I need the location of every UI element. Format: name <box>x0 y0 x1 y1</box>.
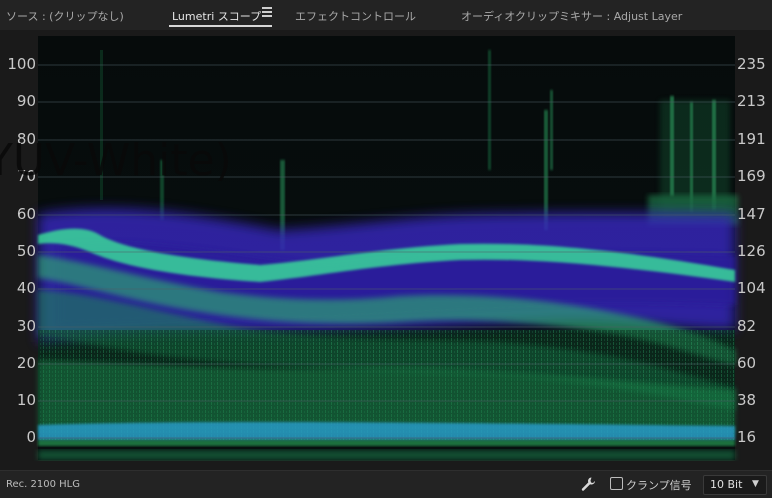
right-axis-label: 213 <box>737 92 766 110</box>
wrench-icon[interactable] <box>580 476 596 492</box>
panel-tab-bar: ソース : (クリップなし) Lumetri スコープ エフェクトコントロール … <box>0 0 772 31</box>
tab-source[interactable]: ソース : (クリップなし) <box>6 8 124 24</box>
right-axis-label: 60 <box>737 354 757 372</box>
scope-footer: Rec. 2100 HLG クランプ信号 10 Bit ▼ <box>0 470 772 498</box>
left-axis-label: 100 <box>7 55 36 73</box>
right-axis-label: 191 <box>737 130 766 148</box>
chevron-down-icon: ▼ <box>752 479 759 489</box>
right-axis-label: 147 <box>737 205 766 223</box>
bit-depth-value: 10 Bit <box>710 478 743 491</box>
tab-lumetri-scopes[interactable]: Lumetri スコープ <box>172 8 261 24</box>
waveform-scope: 100 90 80 70 60 50 40 30 20 10 0 235 213… <box>0 30 772 470</box>
active-tab-indicator <box>169 25 272 27</box>
waveform-display <box>38 36 738 460</box>
left-axis-label: 80 <box>16 130 36 148</box>
left-axis-label: 20 <box>16 354 36 372</box>
left-axis-label: 10 <box>16 391 36 409</box>
tab-audio-clip-mixer[interactable]: オーディオクリップミキサー : Adjust Layer <box>461 8 682 24</box>
right-axis-label: 104 <box>737 279 766 297</box>
panel-menu-icon[interactable] <box>262 7 272 19</box>
right-axis-label: 235 <box>737 55 766 73</box>
right-axis-label: 38 <box>737 391 757 409</box>
left-axis-label: 40 <box>16 279 36 297</box>
left-axis-label: 30 <box>16 317 36 335</box>
right-axis-label: 126 <box>737 242 766 260</box>
right-axis-label: 82 <box>737 317 757 335</box>
left-axis-label: 70 <box>16 167 36 185</box>
color-space-label: Rec. 2100 HLG <box>6 479 80 490</box>
clamp-signal-checkbox[interactable] <box>610 477 623 490</box>
left-axis-label: 90 <box>16 92 36 110</box>
left-axis-label: 0 <box>26 428 36 446</box>
bit-depth-select[interactable]: 10 Bit ▼ <box>703 475 767 495</box>
clamp-signal-label: クランプ信号 <box>626 479 692 492</box>
left-axis-label: 60 <box>16 205 36 223</box>
right-axis-label: 16 <box>737 428 757 446</box>
lumetri-scopes-panel: ソース : (クリップなし) Lumetri スコープ エフェクトコントロール … <box>0 0 772 498</box>
left-axis-label: 50 <box>16 242 36 260</box>
right-axis-label: 169 <box>737 167 766 185</box>
tab-effect-controls[interactable]: エフェクトコントロール <box>295 8 416 24</box>
